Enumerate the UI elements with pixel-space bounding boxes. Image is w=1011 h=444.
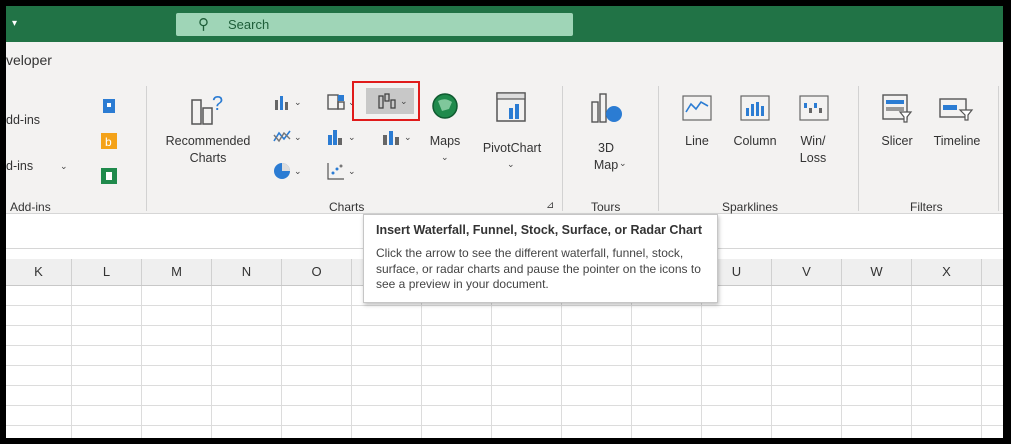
group-charts-label: Charts — [329, 200, 365, 214]
slicer-icon[interactable] — [880, 92, 914, 124]
grid-line — [841, 286, 842, 438]
grid-line — [211, 286, 212, 438]
sparkline-column-label[interactable]: Column — [728, 133, 782, 150]
line-chart-icon[interactable] — [272, 127, 292, 147]
tooltip: Insert Waterfall, Funnel, Stock, Surface… — [363, 214, 718, 303]
svg-text:b: b — [105, 135, 112, 149]
slicer-label[interactable]: Slicer — [874, 133, 920, 150]
grid-line — [631, 286, 632, 438]
chevron-down-icon[interactable]: ⌄ — [619, 158, 627, 169]
column-header-n[interactable]: N — [212, 259, 282, 285]
grid-line — [141, 286, 142, 438]
column-header-o[interactable]: O — [282, 259, 352, 285]
grid-line — [491, 286, 492, 438]
combo-chart-icon[interactable] — [380, 127, 402, 147]
grid-line — [771, 286, 772, 438]
column-header-l[interactable]: L — [72, 259, 142, 285]
sparkline-winloss-icon[interactable] — [798, 94, 830, 122]
dialog-launcher-icon[interactable]: ⊿ — [546, 200, 554, 211]
maps-globe-icon[interactable] — [430, 91, 460, 121]
group-sparklines-label: Sparklines — [722, 200, 779, 214]
column-header-v[interactable]: V — [772, 259, 842, 285]
excel-window: ▾ ⚲ Search veloper dd-ins d-ins ⌄ b Add-… — [6, 6, 1003, 438]
group-addins-label: Add-ins — [10, 200, 51, 214]
svg-text:?: ? — [212, 93, 223, 115]
grid-line — [281, 286, 282, 438]
chevron-down-icon[interactable]: ⌄ — [507, 159, 515, 170]
grid-line — [351, 286, 352, 438]
maps-label[interactable]: Maps — [422, 133, 468, 150]
group-tours-label: Tours — [591, 200, 621, 214]
grid-line — [981, 286, 982, 438]
column-header-m[interactable]: M — [142, 259, 212, 285]
timeline-icon[interactable] — [938, 96, 974, 122]
sparkline-line-icon[interactable] — [681, 94, 713, 122]
separator — [146, 86, 147, 211]
pivotchart-icon[interactable] — [494, 90, 530, 126]
separator — [562, 86, 563, 211]
addins-item-2[interactable]: d-ins — [6, 158, 33, 175]
grid-line — [71, 286, 72, 438]
separator — [658, 86, 659, 211]
grid-line — [421, 286, 422, 438]
search-label: Search — [228, 17, 270, 32]
office-store-icon[interactable] — [99, 96, 119, 116]
hierarchy-chart-icon[interactable] — [326, 92, 346, 112]
waterfall-chart-highlight — [352, 81, 420, 121]
timeline-label[interactable]: Timeline — [928, 133, 986, 150]
3d-map-icon[interactable] — [588, 90, 626, 126]
people-graph-icon[interactable] — [99, 166, 119, 186]
title-bar: ▾ ⚲ Search — [6, 6, 1003, 42]
chevron-down-icon[interactable]: ⌄ — [441, 152, 449, 163]
sparkline-winloss-label[interactable]: Win/ Loss — [792, 133, 834, 167]
group-filters-label: Filters — [910, 200, 943, 214]
chevron-down-icon[interactable]: ⌄ — [294, 166, 302, 177]
addins-item-1[interactable]: dd-ins — [6, 112, 40, 129]
search-icon: ⚲ — [198, 16, 209, 33]
statistic-chart-icon[interactable] — [326, 127, 346, 147]
sparkline-column-icon[interactable] — [739, 94, 771, 122]
column-header-w[interactable]: W — [842, 259, 912, 285]
grid-line — [911, 286, 912, 438]
ribbon-tabs: veloper — [6, 42, 1003, 72]
chevron-down-icon[interactable]: ⌄ — [404, 132, 412, 143]
quick-access-dropdown-icon[interactable]: ▾ — [12, 18, 17, 29]
chevron-down-icon[interactable]: ⌄ — [294, 97, 302, 108]
recommended-charts-icon[interactable]: ? — [190, 90, 226, 126]
separator — [858, 86, 859, 211]
bing-maps-icon[interactable]: b — [99, 131, 119, 151]
column-header-x[interactable]: X — [912, 259, 982, 285]
chevron-down-icon[interactable]: ⌄ — [60, 161, 68, 172]
separator — [998, 86, 999, 211]
pie-chart-icon[interactable] — [272, 161, 292, 181]
grid-line — [561, 286, 562, 438]
chevron-down-icon[interactable]: ⌄ — [294, 132, 302, 143]
chevron-down-icon[interactable]: ⌄ — [348, 132, 356, 143]
scatter-chart-icon[interactable] — [326, 161, 346, 181]
grid-line — [701, 286, 702, 438]
pivotchart-label[interactable]: PivotChart — [476, 140, 548, 157]
column-header-k[interactable]: K — [6, 259, 72, 285]
tooltip-title: Insert Waterfall, Funnel, Stock, Surface… — [376, 223, 703, 237]
search-box[interactable]: ⚲ Search — [176, 13, 573, 36]
tab-developer[interactable]: veloper — [6, 52, 52, 68]
column-chart-icon[interactable] — [272, 92, 292, 112]
recommended-charts-label[interactable]: Recommended Charts — [162, 133, 254, 167]
tooltip-body: Click the arrow to see the different wat… — [376, 246, 701, 291]
chevron-down-icon[interactable]: ⌄ — [348, 166, 356, 177]
worksheet-grid[interactable] — [6, 286, 1003, 438]
sparkline-line-label[interactable]: Line — [678, 133, 716, 150]
